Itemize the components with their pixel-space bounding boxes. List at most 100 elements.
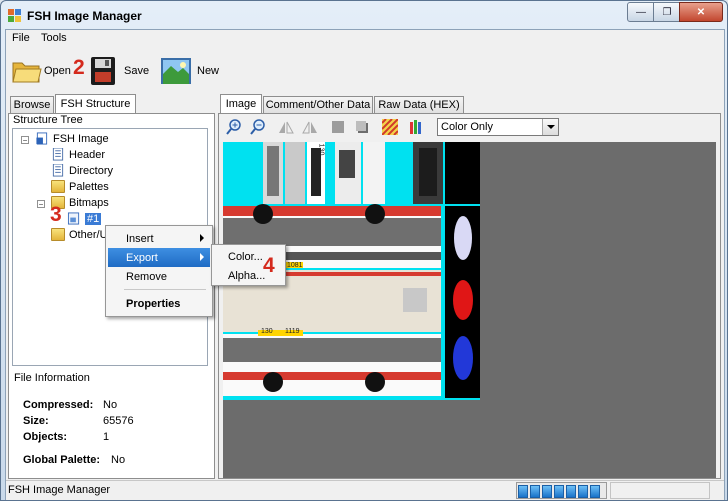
progress-segment [554, 485, 564, 498]
menu-bar: File Tools [6, 30, 724, 48]
menu-properties[interactable]: Properties [108, 294, 210, 313]
transparency-grid-icon [382, 119, 398, 135]
tab-browse-label: Browse [13, 99, 51, 111]
progress-segment [542, 485, 552, 498]
flip-vertical-button[interactable] [301, 118, 319, 136]
structure-tree-heading: Structure Tree [13, 114, 83, 126]
tree-node-bitmap-1[interactable]: #1 [67, 212, 102, 225]
flip-horizontal-icon [279, 121, 294, 134]
objects-value: 1 [103, 431, 110, 443]
progress-segment [590, 485, 600, 498]
square-icon [332, 121, 344, 133]
size-value: 65576 [103, 415, 134, 427]
close-button[interactable]: ✕ [679, 2, 723, 22]
tab-image-label: Image [225, 98, 257, 110]
save-label: Save [124, 65, 150, 77]
document-icon [36, 132, 48, 145]
close-icon: ✕ [696, 6, 706, 18]
route-number-2: 1081 [287, 262, 303, 269]
status-bar: FSH Image Manager [6, 480, 724, 500]
folder-icon [51, 228, 65, 241]
menu-tools[interactable]: Tools [41, 32, 67, 44]
chevron-down-icon[interactable] [542, 119, 558, 135]
tree-root-label: FSH Image [53, 132, 109, 145]
flip-vertical-icon [302, 121, 317, 134]
title-bar[interactable]: FSH Image Manager — ❐ ✕ [1, 1, 727, 31]
app-icon [8, 9, 21, 22]
route-number-3: 130 [261, 328, 273, 335]
tab-fsh-structure[interactable]: FSH Structure [55, 94, 136, 113]
maximize-button[interactable]: ❐ [653, 2, 681, 22]
folder-open-icon [12, 62, 42, 83]
flip-horizontal-button[interactable] [277, 118, 295, 136]
palette-button[interactable] [407, 118, 425, 136]
zoom-out-icon [250, 119, 265, 135]
tree-directory-label: Directory [69, 164, 114, 177]
tree-node-other[interactable]: Other/U [51, 228, 108, 241]
new-label: New [197, 65, 220, 77]
tab-comment-label: Comment/Other Data [265, 99, 371, 111]
tree-node-header[interactable]: Header [51, 148, 105, 161]
progress-segment [566, 485, 576, 498]
file-info-heading: File Information [14, 372, 90, 384]
tab-raw-data[interactable]: Raw Data (HEX) [374, 96, 464, 113]
collapse-root-icon[interactable]: − [21, 136, 29, 145]
annotation-3: 3 [50, 203, 62, 226]
annotation-2: 2 [73, 56, 85, 79]
export-alpha-label: Alpha... [228, 269, 266, 282]
tab-comment[interactable]: Comment/Other Data [263, 96, 373, 113]
menu-export-label: Export [126, 251, 158, 264]
progress-segment [578, 485, 588, 498]
zoom-in-icon [226, 119, 241, 135]
route-number-1: 130 [317, 143, 325, 156]
save-button[interactable]: Save [90, 54, 149, 88]
global-palette-label: Global Palette: [23, 454, 101, 466]
fill-button[interactable] [329, 118, 347, 136]
menu-insert[interactable]: Insert [108, 229, 210, 248]
tree-node-root[interactable]: FSH Image [35, 132, 109, 145]
open-label: Open [44, 65, 71, 77]
context-menu: Insert Export Remove Properties [105, 225, 213, 317]
tab-browse[interactable]: Browse [10, 96, 54, 113]
shadow-button[interactable] [353, 118, 371, 136]
view-mode-select[interactable]: Color Only [437, 118, 559, 136]
image-panel: Color Only 130 1081 130 1119 [218, 113, 721, 479]
client-area: File Tools Open 2 Save New Browse FSH St… [5, 29, 725, 500]
open-button[interactable]: Open [12, 54, 71, 88]
tree-palettes-label: Palettes [69, 180, 109, 193]
tree-node-palettes[interactable]: Palettes [51, 180, 109, 193]
image-canvas[interactable]: 130 1081 130 1119 [223, 142, 716, 478]
global-palette-value: No [111, 454, 126, 466]
color-pencils-icon [410, 120, 421, 134]
menu-remove[interactable]: Remove [108, 267, 210, 286]
objects-label: Objects: [23, 431, 68, 443]
minimize-icon: — [636, 6, 646, 18]
size-label: Size: [23, 415, 49, 427]
tree-bitmaps-label: Bitmaps [69, 196, 109, 209]
tab-image[interactable]: Image [220, 94, 262, 113]
right-panel: Image Comment/Other Data Raw Data (HEX) [218, 94, 721, 479]
menu-properties-label: Properties [126, 297, 181, 310]
compressed-label: Compressed: [23, 399, 94, 411]
tree-node-directory[interactable]: Directory [51, 164, 113, 177]
tree-header-label: Header [69, 148, 106, 161]
submenu-arrow-icon [200, 234, 204, 242]
bitmap-icon [67, 212, 80, 225]
page-icon [52, 148, 64, 161]
tab-raw-label: Raw Data (HEX) [378, 99, 460, 111]
zoom-in-button[interactable] [225, 118, 243, 136]
zoom-out-button[interactable] [249, 118, 267, 136]
menu-file[interactable]: File [12, 32, 30, 44]
progress-segment [518, 485, 528, 498]
menu-separator [124, 289, 206, 290]
view-mode-value: Color Only [441, 121, 493, 133]
landscape-image-icon [161, 58, 191, 84]
menu-export[interactable]: Export [108, 248, 210, 267]
shadow-square-icon [356, 121, 368, 133]
collapse-bitmaps-icon[interactable]: − [37, 200, 45, 209]
minimize-button[interactable]: — [627, 2, 655, 22]
tab-structure-label: FSH Structure [60, 98, 131, 110]
status-text: FSH Image Manager [8, 484, 111, 496]
new-button[interactable]: New [160, 54, 219, 88]
transparency-button[interactable] [381, 118, 399, 136]
